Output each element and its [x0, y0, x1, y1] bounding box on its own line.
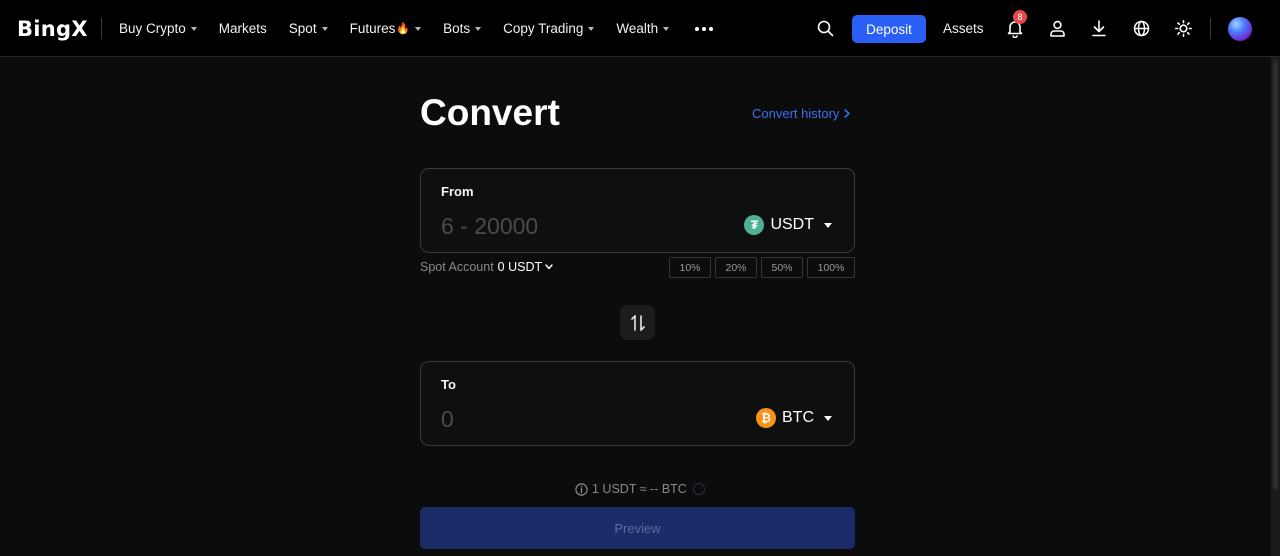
user-icon[interactable] — [1046, 17, 1068, 39]
fire-icon: 🔥 — [396, 23, 411, 35]
main-nav: Buy Crypto Markets Spot Futures 🔥 Bots C… — [119, 0, 716, 57]
chevron-down-icon — [588, 26, 595, 31]
search-icon[interactable] — [814, 17, 836, 39]
to-amount-input[interactable] — [441, 402, 701, 436]
percent-buttons: 10% 20% 50% 100% — [669, 257, 855, 278]
chevron-down-icon — [190, 26, 197, 31]
chevron-down-icon — [824, 415, 832, 421]
nav-buy-crypto-label: Buy Crypto — [119, 21, 186, 36]
right-divider — [1210, 18, 1211, 39]
spot-account-balance-value: 0 USDT — [497, 260, 543, 274]
deposit-button[interactable]: Deposit — [852, 15, 926, 43]
percent-10-button[interactable]: 10% — [669, 257, 711, 278]
percent-100-button[interactable]: 100% — [807, 257, 855, 278]
page-title: Convert — [420, 92, 560, 133]
percent-20-button[interactable]: 20% — [715, 257, 757, 278]
exchange-rate-text: 1 USDT ≈ -- BTC — [592, 482, 687, 496]
nav-wealth-label: Wealth — [616, 21, 659, 36]
chevron-down-icon — [824, 222, 832, 228]
to-coin-name: BTC — [782, 409, 814, 426]
chevron-down-icon — [663, 26, 670, 31]
nav-markets[interactable]: Markets — [219, 21, 267, 36]
swap-direction-button[interactable] — [620, 305, 655, 340]
nav-markets-label: Markets — [218, 21, 267, 36]
info-icon[interactable] — [575, 482, 588, 496]
nav-copy-trading-label: Copy Trading — [503, 21, 584, 36]
from-label: From — [441, 184, 474, 199]
download-icon[interactable] — [1088, 17, 1110, 39]
convert-history-label: Convert history — [752, 106, 840, 121]
spot-account-balance[interactable]: 0 USDT — [498, 260, 553, 274]
globe-icon[interactable] — [1130, 17, 1152, 39]
chevron-down-icon — [475, 26, 482, 31]
nav-wealth[interactable]: Wealth — [616, 21, 670, 36]
from-panel: From ₮ USDT — [420, 168, 855, 253]
assets-link[interactable]: Assets — [943, 21, 984, 36]
from-coin-name: USDT — [770, 216, 814, 233]
loading-spinner-icon — [692, 483, 705, 495]
from-amount-input[interactable] — [441, 209, 701, 243]
to-coin-select[interactable]: ₿ BTC — [756, 406, 832, 430]
more-dots-icon[interactable] — [695, 26, 716, 31]
nav-bots[interactable]: Bots — [443, 21, 482, 36]
percent-50-button[interactable]: 50% — [761, 257, 803, 278]
nav-spot[interactable]: Spot — [289, 21, 328, 36]
notification-count-badge: 8 — [1013, 10, 1027, 24]
avatar[interactable] — [1228, 17, 1252, 41]
nav-futures-label: Futures — [349, 21, 396, 36]
exchange-rate-row: 1 USDT ≈ -- BTC — [575, 482, 705, 496]
bingx-logo[interactable]: BingX — [17, 17, 88, 41]
convert-history-link[interactable]: Convert history — [752, 106, 851, 121]
nav-buy-crypto[interactable]: Buy Crypto — [119, 21, 197, 36]
spot-account-row: Spot Account 0 USDT — [420, 260, 553, 274]
nav-copy-trading[interactable]: Copy Trading — [503, 21, 595, 36]
spot-account-label: Spot Account — [420, 260, 494, 274]
chevron-down-icon — [321, 26, 328, 31]
to-panel: To ₿ BTC — [420, 361, 855, 446]
btc-coin-icon: ₿ — [756, 408, 776, 428]
nav-spot-label: Spot — [288, 21, 317, 36]
swap-arrows-icon — [630, 314, 645, 331]
preview-button[interactable]: Preview — [420, 507, 855, 549]
usdt-coin-icon: ₮ — [744, 215, 765, 235]
from-coin-select[interactable]: ₮ USDT — [744, 213, 832, 237]
chevron-right-icon — [844, 109, 851, 118]
theme-sun-icon[interactable] — [1172, 17, 1194, 39]
chevron-down-icon — [415, 26, 422, 31]
to-label: To — [441, 377, 456, 392]
page-scrollbar-thumb[interactable] — [1273, 60, 1278, 490]
logo-divider — [101, 18, 102, 39]
top-navigation-bar: BingX Buy Crypto Markets Spot Futures 🔥 … — [0, 0, 1280, 57]
chevron-down-icon — [545, 264, 553, 270]
nav-futures[interactable]: Futures 🔥 — [349, 21, 422, 36]
nav-bots-label: Bots — [443, 21, 471, 36]
